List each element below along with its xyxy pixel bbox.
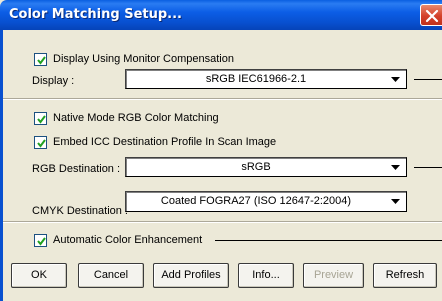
enhancement-leader-line — [215, 240, 442, 241]
display-value: sRGB IEC61966-2.1 — [205, 73, 307, 85]
info-button[interactable]: Info... — [238, 263, 294, 288]
check-mark-icon — [37, 114, 46, 124]
rgb-destination-value: sRGB — [241, 161, 271, 173]
rgb-leader-line — [414, 167, 442, 168]
checkbox-box[interactable] — [34, 135, 47, 149]
ok-button[interactable]: OK — [11, 263, 67, 288]
rgb-destination-label: RGB Destination : — [32, 163, 121, 175]
close-icon — [425, 9, 439, 23]
preview-button[interactable]: Preview — [303, 263, 364, 288]
check-mark-icon — [37, 138, 46, 148]
checkbox-box[interactable] — [34, 233, 47, 247]
section-separator — [3, 221, 442, 223]
auto-enhancement-label: Automatic Color Enhancement — [53, 234, 203, 246]
embed-icc-label: Embed ICC Destination Profile In Scan Im… — [53, 136, 277, 148]
title-bar[interactable]: Color Matching Setup... — [0, 0, 442, 30]
section-separator — [3, 98, 442, 100]
chevron-down-icon — [391, 77, 400, 82]
monitor-compensation-label: Display Using Monitor Compensation — [53, 53, 234, 65]
cmyk-destination-select[interactable]: Coated FOGRA27 (ISO 12647-2:2004) — [125, 191, 407, 212]
rgb-destination-select[interactable]: sRGB — [125, 157, 407, 177]
display-label: Display : — [32, 75, 75, 87]
chevron-down-icon — [391, 199, 400, 204]
monitor-compensation-checkbox[interactable]: Display Using Monitor Compensation — [34, 51, 234, 67]
display-select[interactable]: sRGB IEC61966-2.1 — [125, 69, 407, 89]
window-title: Color Matching Setup... — [9, 7, 182, 22]
check-mark-icon — [37, 236, 46, 246]
native-mode-label: Native Mode RGB Color Matching — [53, 112, 219, 124]
cmyk-destination-label: CMYK Destination : — [32, 205, 128, 217]
color-matching-dialog: Color Matching Setup... Display Using Mo… — [0, 0, 442, 301]
check-mark-icon — [37, 55, 46, 65]
cmyk-destination-value: Coated FOGRA27 (ISO 12647-2:2004) — [160, 195, 352, 207]
chevron-down-icon — [391, 165, 400, 170]
cancel-button[interactable]: Cancel — [78, 263, 144, 288]
embed-icc-checkbox[interactable]: Embed ICC Destination Profile In Scan Im… — [34, 134, 276, 150]
close-button[interactable] — [420, 4, 442, 26]
native-mode-checkbox[interactable]: Native Mode RGB Color Matching — [34, 110, 219, 126]
checkbox-box[interactable] — [34, 52, 47, 66]
display-leader-line — [414, 79, 442, 80]
add-profiles-button[interactable]: Add Profiles — [153, 263, 229, 288]
checkbox-box[interactable] — [34, 111, 47, 125]
refresh-button[interactable]: Refresh — [373, 263, 437, 288]
auto-enhancement-checkbox[interactable]: Automatic Color Enhancement — [34, 232, 202, 248]
